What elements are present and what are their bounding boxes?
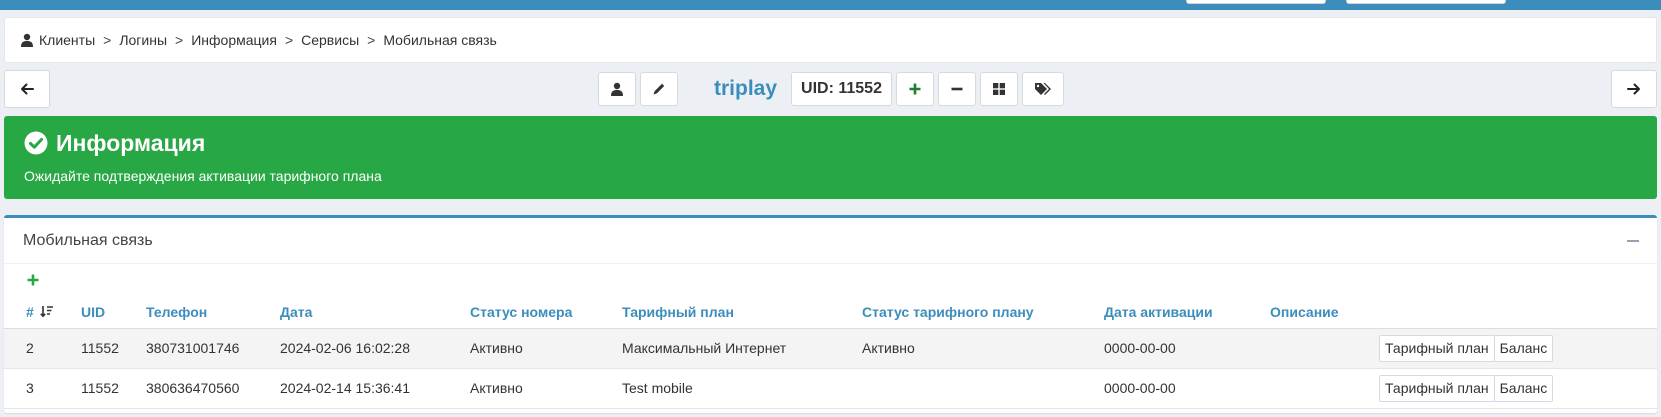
navbar-input[interactable] [1186, 0, 1326, 4]
cell-plan: Максимальный Интернет [622, 328, 862, 369]
cell-plan-status [862, 368, 1104, 409]
callout-title: Информация [56, 129, 206, 156]
balance-button[interactable]: Баланс [1493, 374, 1554, 402]
column-header-actions [1379, 296, 1657, 329]
callout-message: Ожидайте подтверждения активации тарифно… [24, 168, 382, 184]
cell-actions: Тарифный план Баланс [1379, 328, 1657, 369]
navbar-input[interactable] [1346, 0, 1506, 4]
add-row [4, 264, 1657, 296]
check-circle-icon [24, 131, 48, 155]
table-row[interactable]: 3 11552 380636470560 2024-02-14 15:36:41… [4, 368, 1657, 409]
collapse-button[interactable] [1623, 231, 1643, 251]
cell-number-status: Активно [470, 368, 622, 409]
breadcrumb-separator: > [103, 32, 112, 48]
cell-phone: 380636470560 [146, 368, 280, 409]
breadcrumb-separator: > [367, 32, 376, 48]
user-icon [611, 82, 623, 96]
grid-button[interactable] [979, 72, 1018, 106]
arrow-left-icon [21, 83, 34, 95]
user-button[interactable] [598, 72, 636, 106]
top-navbar [0, 0, 1661, 10]
toolbar: triplay UID: 11552 [4, 70, 1657, 110]
cell-description [1270, 368, 1379, 409]
cell-plan: Test mobile [622, 368, 862, 409]
breadcrumb-mobile: Мобильная связь [383, 32, 497, 48]
column-header-uid[interactable]: UID [81, 296, 146, 329]
column-header-date[interactable]: Дата [280, 296, 470, 329]
cell-date: 2024-02-14 15:36:41 [280, 368, 470, 409]
grid-icon [992, 83, 1005, 95]
callout-title-row: Информация [24, 128, 1637, 158]
column-header-num[interactable]: # [4, 296, 81, 329]
login-tools: triplay UID: 11552 [598, 72, 1064, 106]
remove-button[interactable] [937, 72, 976, 106]
cell-description [1270, 328, 1379, 369]
breadcrumb-info[interactable]: Информация [191, 32, 277, 48]
column-header-phone[interactable]: Телефон [146, 296, 280, 329]
column-header-plan-status[interactable]: Статус тарифного плану [862, 296, 1104, 329]
tags-icon [1034, 83, 1051, 95]
cell-activation-date: 0000-00-00 [1104, 368, 1270, 409]
tags-button[interactable] [1021, 72, 1064, 106]
breadcrumb-services[interactable]: Сервисы [301, 32, 359, 48]
minus-icon [951, 87, 963, 91]
table-header-row: # UID Телефон Дата Статус номера Тарифны… [4, 296, 1657, 329]
tariff-plan-button[interactable]: Тарифный план [1379, 374, 1495, 402]
cell-plan-status: Активно [862, 328, 1104, 369]
balance-button[interactable]: Баланс [1493, 334, 1554, 362]
arrow-right-icon [1627, 83, 1640, 95]
cell-phone: 380731001746 [146, 328, 280, 369]
column-header-plan[interactable]: Тарифный план [622, 296, 862, 329]
services-table: # UID Телефон Дата Статус номера Тарифны… [4, 296, 1657, 409]
column-header-activation-date[interactable]: Дата активации [1104, 296, 1270, 329]
cell-uid: 11552 [81, 328, 146, 369]
column-header-description[interactable]: Описание [1270, 296, 1379, 329]
add-service-button[interactable] [895, 72, 934, 106]
user-icon [21, 33, 33, 47]
cell-num: 2 [4, 328, 81, 369]
pencil-icon [653, 83, 665, 95]
cell-date: 2024-02-06 16:02:28 [280, 328, 470, 369]
forward-button[interactable] [1611, 70, 1657, 108]
breadcrumb: Клиенты > Логины > Информация > Сервисы … [4, 17, 1657, 63]
plus-icon [909, 83, 921, 95]
card-title: Мобильная связь [23, 231, 153, 249]
edit-button[interactable] [640, 72, 678, 106]
info-callout: Информация Ожидайте подтверждения актива… [4, 116, 1657, 199]
login-name: triplay [714, 77, 778, 100]
minus-icon [1627, 240, 1639, 242]
mobile-services-card: Мобильная связь # UID Телефон Дата Стату… [4, 215, 1657, 413]
cell-number-status: Активно [470, 328, 622, 369]
column-header-number-status[interactable]: Статус номера [470, 296, 622, 329]
cell-num: 3 [4, 368, 81, 409]
table-row[interactable]: 2 11552 380731001746 2024-02-06 16:02:28… [4, 328, 1657, 369]
breadcrumb-logins[interactable]: Логины [119, 32, 167, 48]
card-header: Мобильная связь [4, 218, 1657, 264]
cell-activation-date: 0000-00-00 [1104, 328, 1270, 369]
breadcrumb-separator: > [284, 32, 294, 48]
tariff-plan-button[interactable]: Тарифный план [1379, 334, 1495, 362]
add-item-icon[interactable] [26, 273, 40, 287]
uid-badge: UID: 11552 [791, 72, 892, 106]
column-header-label: # [26, 303, 34, 320]
sort-desc-icon[interactable] [39, 305, 54, 318]
back-button[interactable] [4, 70, 50, 108]
breadcrumb-separator: > [175, 32, 184, 48]
cell-actions: Тарифный план Баланс [1379, 368, 1657, 409]
cell-uid: 11552 [81, 368, 146, 409]
breadcrumb-clients[interactable]: Клиенты [39, 32, 95, 48]
